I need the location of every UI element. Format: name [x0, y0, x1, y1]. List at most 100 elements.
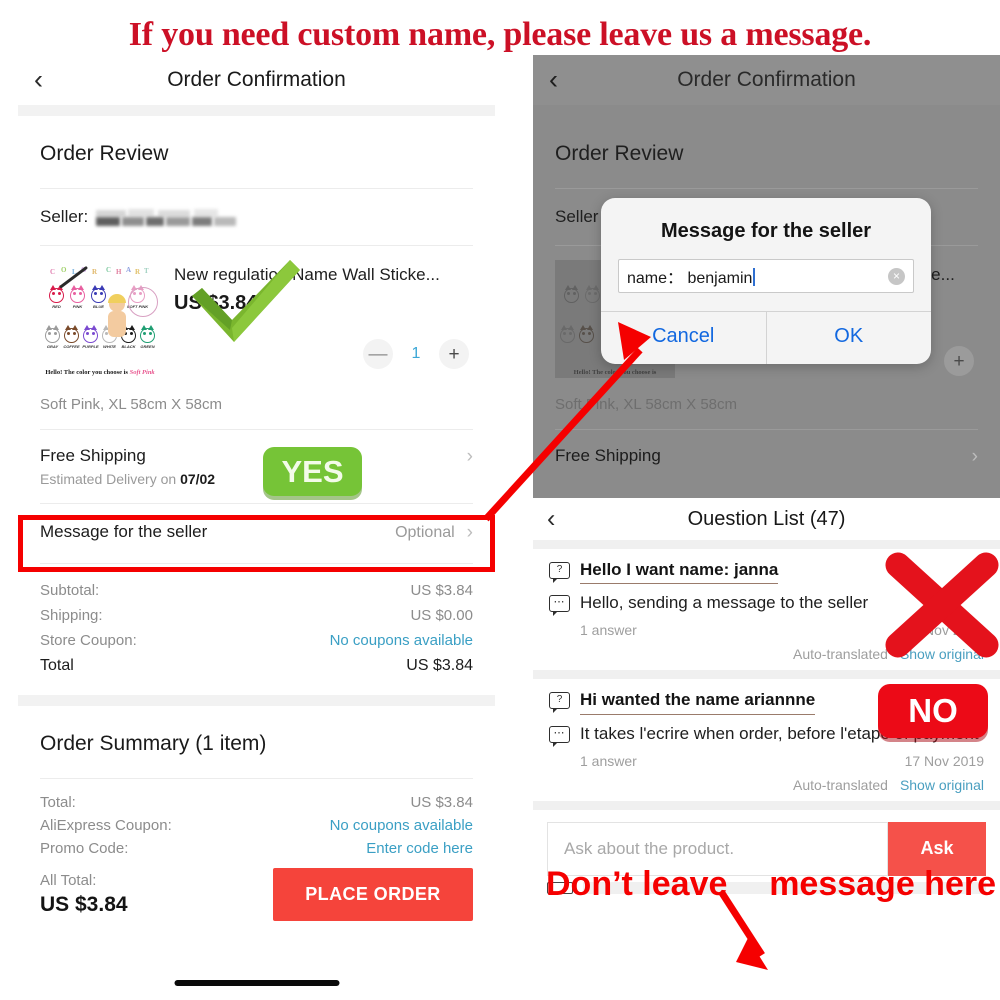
question-mark-icon: ?: [549, 692, 570, 714]
chevron-left-icon[interactable]: ‹: [34, 66, 43, 94]
no-badge: NO: [878, 684, 988, 738]
auto-translated-label: Auto-translated: [792, 776, 888, 793]
table-row: Shipping: US $0.00: [40, 603, 473, 628]
product-row[interactable]: C O L O R C H A R T RED PINK BLUE SOFT P…: [40, 246, 473, 388]
comment-icon: ⋯: [549, 595, 570, 617]
divider: [533, 800, 1000, 810]
comment-icon: ⋯: [549, 725, 570, 747]
chevron-left-icon[interactable]: ‹: [549, 66, 558, 94]
product-variant: Soft Pink, XL 58cm X 58cm: [40, 396, 223, 413]
aliexpress-coupon-link[interactable]: No coupons available: [330, 817, 473, 834]
section-divider: [18, 694, 495, 706]
shipping-row: Free Shipping ›: [555, 430, 978, 485]
total-value: US $3.84: [406, 656, 473, 674]
total-key: Subtotal:: [40, 581, 100, 599]
text-caret: [753, 268, 756, 286]
quantity-stepper[interactable]: — 1 +: [174, 339, 473, 370]
show-original-link[interactable]: Show original: [900, 646, 984, 662]
right-navbar: ‹ Order Confirmation: [533, 55, 1000, 105]
left-navbar-title: Order Confirmation: [167, 68, 346, 91]
total-value: US $0.00: [410, 606, 473, 624]
product-price: US $3.84: [174, 292, 258, 315]
dialog-input-wrap: name： benjamin ×: [601, 259, 931, 311]
all-total-label: All Total:: [40, 871, 97, 889]
question-date: 17 Nov 2019: [904, 752, 984, 769]
answer-line: ⋯ Hello, sending a message to the seller: [549, 592, 984, 617]
summary-key: Promo Code:: [40, 839, 129, 857]
quantity-minus-button[interactable]: —: [363, 339, 393, 370]
ok-button[interactable]: OK: [765, 312, 932, 364]
headline-banner: If you need custom name, please leave us…: [128, 16, 872, 53]
dont-leave-text-right: message here: [769, 865, 996, 903]
all-total-bar: All Total: US $3.84 PLACE ORDER: [40, 860, 473, 921]
highlight-ring-icon: [128, 287, 158, 317]
quantity-plus-button: +: [944, 346, 974, 377]
thumb-caption: Hello! The color you choose is: [573, 369, 657, 376]
annotation-red-box: [18, 515, 495, 572]
store-coupon-link[interactable]: No coupons available: [330, 632, 473, 649]
dimmed-order-screen: ‹ Order Confirmation Order Review Seller: [533, 55, 1000, 498]
total-value: US $3.84: [410, 581, 473, 599]
clear-icon[interactable]: ×: [888, 267, 905, 285]
shipping-title: Free Shipping: [40, 446, 146, 465]
divider: [533, 670, 1000, 680]
table-row: Total US $3.84: [40, 653, 473, 679]
message-input-value: name： benjamin: [627, 264, 888, 288]
seller-row: Seller:: [40, 189, 473, 245]
product-thumbnail: C O L O R C H A R T RED PINK BLUE SOFT P…: [40, 260, 160, 378]
shipping-row[interactable]: Free Shipping Estimated Delivery on 07/0…: [40, 430, 473, 503]
quantity-plus-button[interactable]: +: [439, 339, 469, 370]
show-original-link[interactable]: Show original: [900, 777, 984, 793]
table-row[interactable]: Store Coupon: No coupons available: [40, 628, 473, 653]
summary-key: Total:: [40, 793, 76, 811]
table-row[interactable]: Promo Code: Enter code here: [40, 837, 473, 860]
message-for-seller-dialog[interactable]: Message for the seller name： benjamin × …: [601, 198, 931, 364]
question-text: Hi wanted the name ariannne: [580, 689, 816, 715]
thumb-caption: Hello! The color you choose is Soft Pink: [45, 369, 155, 376]
question-mark-icon: ?: [549, 562, 570, 583]
order-summary-card: Order Summary (1 item) Total: US $3.84 A…: [18, 705, 495, 921]
summary-key: AliExpress Coupon:: [40, 816, 172, 834]
home-indicator: [174, 980, 339, 986]
question-line: ? Hello I want name: janna: [549, 559, 984, 585]
right-navbar-title: Order Confirmation: [677, 68, 856, 91]
dialog-actions: Cancel OK: [601, 311, 931, 364]
seller-label: Seller:: [40, 207, 89, 226]
shipping-title: Free Shipping: [555, 446, 661, 465]
product-variant: Soft Pink, XL 58cm X 58cm: [555, 396, 738, 413]
promo-code-link[interactable]: Enter code here: [366, 840, 473, 857]
question-meta: 1 answer 17 Nov 2019: [549, 614, 984, 640]
answers-count: 1 answer: [580, 622, 637, 639]
table-row: Subtotal: US $3.84: [40, 578, 473, 603]
chevron-right-icon: ›: [466, 446, 473, 467]
translation-bar: Auto-translated Show original: [549, 640, 984, 664]
dont-leave-annotation: Don’t leave message here: [546, 865, 996, 904]
place-order-button[interactable]: PLACE ORDER: [273, 867, 473, 921]
table-row: Total: US $3.84: [40, 791, 473, 814]
list-item[interactable]: ? Hello I want name: janna ⋯ Hello, send…: [533, 549, 1000, 670]
answer-text: Hello, sending a message to the seller: [580, 593, 869, 613]
seller-label: Seller: [555, 207, 599, 226]
summary-value: US $3.84: [410, 793, 473, 811]
order-summary-title: Order Summary (1 item): [40, 731, 267, 755]
left-order-card: Order Review Seller: C O L R C H A R T R…: [18, 116, 495, 695]
dialog-title: Message for the seller: [660, 220, 872, 242]
left-navbar: ‹ Order Confirmation: [18, 55, 495, 105]
order-review-title: Order Review: [555, 142, 684, 165]
totals-list: Subtotal: US $3.84 Shipping: US $0.00 St…: [40, 564, 473, 695]
auto-translated-label: Auto-translated: [792, 646, 888, 663]
question-meta: 1 answer 17 Nov 2019: [549, 745, 984, 771]
cancel-button[interactable]: Cancel: [601, 312, 766, 364]
all-total-value: US $3.84: [40, 892, 128, 916]
total-key: Total: [40, 656, 74, 674]
message-input[interactable]: name： benjamin ×: [618, 259, 914, 293]
shipping-subtitle: Estimated Delivery on 07/02: [40, 471, 216, 487]
chevron-left-icon[interactable]: ‹: [547, 505, 555, 534]
question-date: 17 Nov 2019: [904, 622, 984, 639]
table-row[interactable]: AliExpress Coupon: No coupons available: [40, 814, 473, 837]
answers-count: 1 answer: [580, 752, 637, 769]
left-navbar-divider: [18, 105, 495, 116]
product-info: New regulation Name Wall Sticke... US $3…: [174, 260, 473, 378]
right-phone-panel: ‹ Order Confirmation Order Review Seller: [533, 55, 1000, 1000]
product-name: New regulation Name Wall Sticke...: [174, 265, 440, 284]
